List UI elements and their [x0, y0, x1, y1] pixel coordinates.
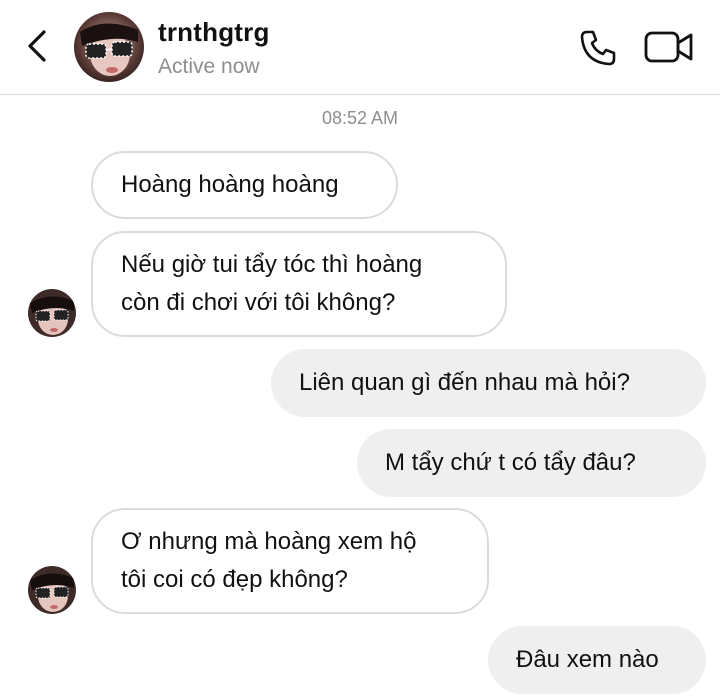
- message-text-line: Ơ nhưng mà hoàng xem hộ: [121, 528, 417, 555]
- video-call-icon[interactable]: [644, 30, 694, 64]
- message-text-line: còn đi chơi với tôi không?: [121, 289, 396, 316]
- incoming-message[interactable]: Hoàng hoàng hoàng: [91, 151, 398, 219]
- incoming-message[interactable]: Nếu giờ tui tẩy tóc thì hoàng còn đi chơ…: [91, 231, 507, 337]
- message-text-line: Nếu giờ tui tẩy tóc thì hoàng: [121, 251, 423, 278]
- phone-icon[interactable]: [578, 28, 618, 68]
- outgoing-message[interactable]: M tẩy chứ t có tẩy đâu?: [357, 429, 706, 497]
- sender-avatar[interactable]: [28, 566, 76, 614]
- incoming-message[interactable]: Ơ nhưng mà hoàng xem hộ tôi coi có đẹp k…: [91, 508, 489, 614]
- sender-avatar[interactable]: [28, 289, 76, 337]
- message-text: Hoàng hoàng hoàng: [121, 171, 339, 198]
- message-text-line: tôi coi có đẹp không?: [121, 566, 348, 593]
- back-chevron-icon[interactable]: [22, 28, 52, 64]
- outgoing-message[interactable]: Liên quan gì đến nhau mà hỏi?: [271, 349, 706, 417]
- contact-avatar[interactable]: [74, 12, 144, 82]
- chat-header: trnthgtrg Active now: [0, 0, 720, 95]
- message-text: M tẩy chứ t có tẩy đâu?: [385, 449, 636, 476]
- outgoing-message[interactable]: Đâu xem nào: [488, 626, 706, 694]
- message-timestamp: 08:52 AM: [321, 108, 399, 128]
- message-text: Đâu xem nào: [516, 646, 659, 673]
- active-status: Active now: [158, 55, 260, 78]
- contact-username[interactable]: trnthgtrg: [158, 17, 270, 48]
- message-text: Liên quan gì đến nhau mà hỏi?: [299, 369, 630, 396]
